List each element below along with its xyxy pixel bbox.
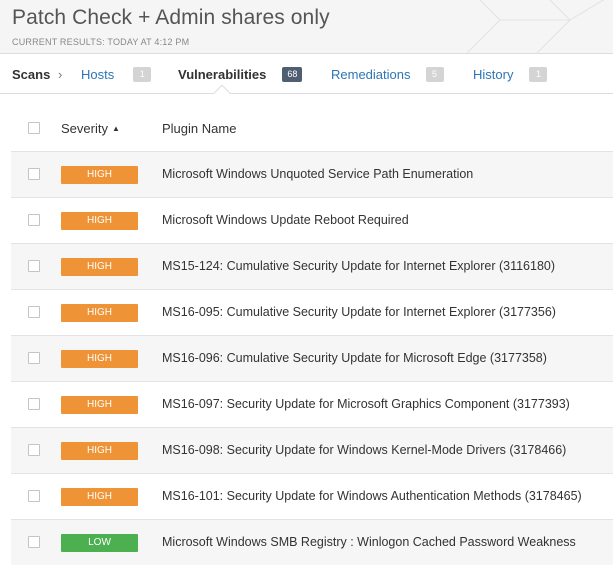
row-checkbox[interactable]: [28, 168, 40, 180]
severity-badge: HIGH: [61, 396, 138, 414]
header-decoration-graphic: [466, 0, 605, 53]
column-header-severity[interactable]: Severity ▲: [61, 121, 120, 136]
severity-badge: HIGH: [61, 304, 138, 322]
row-checkbox[interactable]: [28, 490, 40, 502]
severity-badge: HIGH: [61, 212, 138, 230]
tab-history-label: History: [473, 66, 514, 82]
plugin-name[interactable]: MS16-095: Cumulative Security Update for…: [162, 305, 556, 319]
plugin-name[interactable]: MS16-097: Security Update for Microsoft …: [162, 397, 570, 411]
current-results-timestamp: CURRENT RESULTS: TODAY AT 4:12 PM: [12, 37, 190, 47]
table-row[interactable]: LOW Microsoft Windows SMB Registry : Win…: [11, 519, 613, 565]
column-header-severity-label: Severity: [61, 121, 108, 136]
tab-hosts[interactable]: Hosts 1: [81, 54, 152, 94]
tab-vulnerabilities[interactable]: Vulnerabilities 68: [178, 54, 303, 94]
table-row[interactable]: HIGH MS16-097: Security Update for Micro…: [11, 381, 613, 427]
breadcrumb-scans[interactable]: Scans: [12, 54, 50, 94]
severity-badge: HIGH: [61, 488, 138, 506]
plugin-name[interactable]: Microsoft Windows Update Reboot Required: [162, 213, 409, 227]
tab-bar: Scans › Hosts 1 Vulnerabilities 68 Remed…: [0, 54, 613, 94]
row-checkbox[interactable]: [28, 352, 40, 364]
row-checkbox[interactable]: [28, 306, 40, 318]
tab-remediations-label: Remediations: [331, 66, 411, 82]
table-row[interactable]: HIGH MS16-098: Security Update for Windo…: [11, 427, 613, 473]
plugin-name[interactable]: MS16-101: Security Update for Windows Au…: [162, 489, 582, 503]
table-row[interactable]: HIGH Microsoft Windows Update Reboot Req…: [11, 197, 613, 243]
severity-badge: HIGH: [61, 350, 138, 368]
row-checkbox[interactable]: [28, 214, 40, 226]
column-header-plugin-name[interactable]: Plugin Name: [162, 121, 236, 136]
plugin-name[interactable]: Microsoft Windows SMB Registry : Winlogo…: [162, 535, 576, 549]
tab-hosts-label: Hosts: [81, 66, 115, 82]
tab-hosts-count-badge: 1: [133, 66, 152, 82]
table-row[interactable]: HIGH Microsoft Windows Unquoted Service …: [11, 151, 613, 197]
severity-badge: HIGH: [61, 442, 138, 460]
row-checkbox[interactable]: [28, 444, 40, 456]
tab-remediations-count-badge: 5: [425, 66, 444, 82]
tab-history-count-badge: 1: [529, 66, 548, 82]
plugin-name[interactable]: MS15-124: Cumulative Security Update for…: [162, 259, 555, 273]
plugin-name[interactable]: MS16-098: Security Update for Windows Ke…: [162, 443, 566, 457]
table-header: Severity ▲ Plugin Name: [0, 95, 613, 151]
plugin-name[interactable]: MS16-096: Cumulative Security Update for…: [162, 351, 547, 365]
tab-remediations[interactable]: Remediations 5: [331, 54, 444, 94]
row-checkbox[interactable]: [28, 398, 40, 410]
breadcrumb-scans-label: Scans: [12, 66, 51, 82]
severity-badge: HIGH: [61, 166, 138, 184]
tab-vulnerabilities-count-badge: 68: [282, 66, 303, 82]
row-checkbox[interactable]: [28, 536, 40, 548]
table-row[interactable]: HIGH MS15-124: Cumulative Security Updat…: [11, 243, 613, 289]
row-checkbox[interactable]: [28, 260, 40, 272]
severity-badge: LOW: [61, 534, 138, 552]
table-row[interactable]: HIGH MS16-095: Cumulative Security Updat…: [11, 289, 613, 335]
table-row[interactable]: HIGH MS16-096: Cumulative Security Updat…: [11, 335, 613, 381]
chevron-right-icon: ›: [58, 67, 63, 82]
page-title: Patch Check + Admin shares only: [12, 6, 330, 29]
tab-history[interactable]: History 1: [473, 54, 548, 94]
severity-badge: HIGH: [61, 258, 138, 276]
tab-vulnerabilities-label: Vulnerabilities: [178, 66, 267, 82]
select-all-checkbox[interactable]: [28, 122, 40, 134]
page-header: Patch Check + Admin shares only CURRENT …: [0, 0, 613, 54]
table-row[interactable]: HIGH MS16-101: Security Update for Windo…: [11, 473, 613, 519]
plugin-name[interactable]: Microsoft Windows Unquoted Service Path …: [162, 167, 473, 181]
sort-ascending-icon: ▲: [111, 124, 120, 133]
